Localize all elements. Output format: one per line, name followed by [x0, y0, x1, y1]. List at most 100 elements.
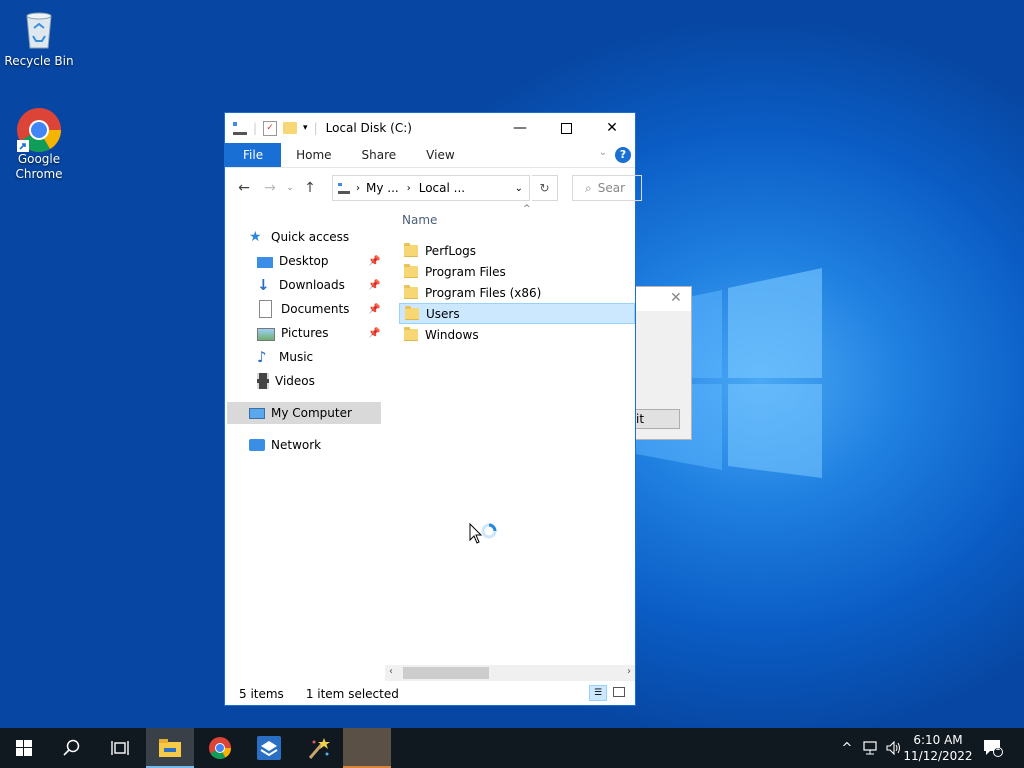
file-row-program-files[interactable]: Program Files: [399, 261, 635, 282]
tab-file[interactable]: File: [225, 143, 282, 167]
file-list: Name ^ PerfLogs Program Files Program Fi…: [387, 204, 635, 663]
customize-toolbar-icon[interactable]: ▾: [303, 123, 308, 133]
scroll-left-icon[interactable]: ‹: [389, 666, 393, 677]
file-row-users[interactable]: Users: [399, 303, 635, 324]
start-button[interactable]: [0, 728, 48, 768]
nav-my-computer[interactable]: My Computer: [249, 402, 352, 424]
minimize-icon: —: [513, 120, 527, 136]
nav-documents[interactable]: Documents: [257, 298, 349, 320]
action-center-button[interactable]: 1: [980, 728, 1006, 768]
selection-count: 1 item selected: [305, 687, 399, 701]
pin-icon: 📌: [368, 304, 381, 315]
taskbar-wizard[interactable]: [294, 728, 342, 768]
system-clock[interactable]: 6:10 AM 11/12/2022: [898, 732, 978, 764]
network-icon: [249, 439, 265, 451]
help-icon[interactable]: ?: [615, 147, 631, 163]
taskbar-app[interactable]: [245, 728, 293, 768]
network-tray-button[interactable]: [860, 728, 882, 768]
folder-icon: [404, 284, 418, 299]
start-icon: [16, 740, 32, 756]
file-explorer-icon: [159, 739, 181, 757]
app-icon: [257, 736, 281, 760]
nav-label: Videos: [275, 374, 315, 388]
nav-label: Documents: [281, 302, 350, 316]
chrome-icon: [17, 106, 61, 152]
search-icon: [63, 739, 80, 756]
nav-music[interactable]: ♪ Music: [257, 346, 313, 368]
up-button[interactable]: ↑: [297, 180, 323, 196]
nav-label: Pictures: [281, 326, 329, 340]
address-bar[interactable]: › My ... › Local ... ⌄: [332, 175, 530, 201]
breadcrumb-local-disk[interactable]: Local ...: [419, 181, 465, 195]
nav-quick-access[interactable]: ★ Quick access: [249, 226, 349, 248]
nav-label: Quick access: [271, 230, 350, 244]
taskbar-file-explorer[interactable]: [146, 728, 194, 768]
tab-home[interactable]: Home: [281, 143, 346, 167]
desktop-icon: [257, 256, 273, 268]
star-icon: ★: [249, 229, 262, 245]
network-tray-icon: [863, 741, 877, 755]
file-name: PerfLogs: [425, 243, 477, 258]
tab-share[interactable]: Share: [347, 143, 412, 167]
breadcrumb-my-computer[interactable]: My ...: [366, 181, 399, 195]
file-row-program-files-x86[interactable]: Program Files (x86): [399, 282, 635, 303]
new-folder-icon[interactable]: [283, 122, 298, 134]
expand-ribbon-icon[interactable]: ⌄: [599, 147, 607, 158]
folder-icon: [404, 242, 418, 257]
large-icons-view-icon[interactable]: [613, 687, 625, 697]
nav-label: Music: [279, 350, 314, 364]
search-button[interactable]: [48, 728, 96, 768]
task-view-button[interactable]: [96, 728, 144, 768]
desktop-icon-label: Recycle Bin: [4, 54, 74, 68]
file-name: Program Files (x86): [425, 285, 542, 300]
quick-access-toolbar: | ✓ ▾ |: [225, 120, 318, 136]
forward-button[interactable]: →: [257, 180, 283, 196]
folder-icon: [405, 305, 419, 320]
back-button[interactable]: ←: [231, 180, 257, 196]
ribbon: File Home Share View ⌄ ?: [225, 143, 635, 168]
refresh-button[interactable]: ↻: [532, 175, 558, 201]
file-row-windows[interactable]: Windows: [399, 324, 635, 345]
file-row-perflogs[interactable]: PerfLogs: [399, 240, 635, 261]
download-icon: ↓: [257, 276, 270, 294]
recycle-bin-icon: [17, 8, 61, 52]
nav-pictures[interactable]: Pictures: [257, 322, 329, 344]
search-box[interactable]: ⌕ Sear: [572, 175, 642, 201]
scroll-right-icon[interactable]: ›: [627, 666, 631, 677]
column-header-name[interactable]: Name: [402, 213, 437, 227]
search-placeholder: Sear: [597, 181, 626, 195]
taskbar-chrome[interactable]: [196, 728, 244, 768]
desktop-icon-chrome[interactable]: Google Chrome: [1, 106, 77, 182]
dialog-button-label: it: [636, 412, 645, 426]
notification-count: 1: [995, 743, 1001, 753]
address-dropdown-icon[interactable]: ⌄: [515, 183, 523, 194]
nav-videos[interactable]: Videos: [257, 370, 315, 392]
maximize-button[interactable]: [543, 113, 589, 143]
details-view-icon[interactable]: ☰: [589, 685, 607, 701]
show-hidden-icons-button[interactable]: ^: [838, 728, 856, 768]
taskbar-blank-app[interactable]: [343, 728, 391, 768]
sort-ascending-icon: ^: [523, 204, 531, 214]
window-title: Local Disk (C:): [325, 121, 412, 135]
close-button[interactable]: ✕: [589, 113, 635, 143]
item-count: 5 items: [239, 687, 284, 701]
maximize-icon: [560, 122, 572, 134]
dialog-titlebar: ✕: [636, 287, 691, 311]
dialog-close-icon[interactable]: ✕: [670, 290, 682, 306]
properties-icon[interactable]: ✓: [263, 120, 278, 136]
nav-desktop[interactable]: Desktop: [257, 250, 329, 272]
horizontal-scrollbar[interactable]: ‹ ›: [385, 665, 635, 681]
recent-locations-icon[interactable]: ⌄: [283, 183, 297, 193]
minimize-button[interactable]: —: [497, 113, 543, 143]
pin-icon: 📌: [368, 328, 381, 339]
scrollbar-thumb[interactable]: [403, 667, 489, 679]
chevron-up-icon: ^: [841, 740, 853, 756]
nav-network[interactable]: Network: [249, 434, 321, 456]
chrome-icon: [209, 737, 231, 759]
nav-label: Downloads: [279, 278, 345, 292]
tab-view[interactable]: View: [411, 143, 469, 167]
folder-icon: [404, 263, 418, 278]
desktop-icon-recycle-bin[interactable]: Recycle Bin: [1, 8, 77, 69]
nav-downloads[interactable]: ↓ Downloads: [257, 274, 345, 296]
dialog-button[interactable]: it: [636, 409, 680, 429]
